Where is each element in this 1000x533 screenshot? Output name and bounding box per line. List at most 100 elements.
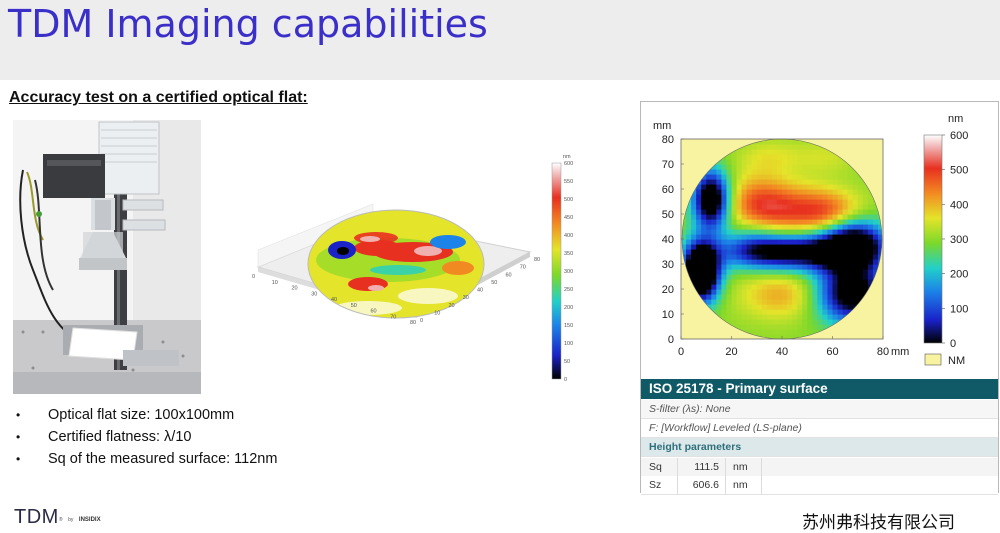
- heatmap-cell: [867, 234, 874, 240]
- heatmap-cell: [842, 219, 849, 225]
- heatmap-cell: [787, 194, 793, 200]
- heatmap-cell: [701, 189, 707, 195]
- heatmap-cell: [721, 184, 728, 190]
- heatmap-cell: [701, 229, 707, 235]
- heatmap-cell: [756, 279, 763, 285]
- heatmap-cell: [756, 224, 763, 230]
- heatmap-cell: [837, 224, 844, 230]
- heatmap-cell: [847, 169, 854, 175]
- heatmap-cell: [792, 269, 798, 275]
- x3d-tick-label: 70: [390, 314, 396, 320]
- heatmap-cell: [822, 304, 829, 310]
- heatmap-cell: [746, 164, 753, 170]
- heatmap-cell: [746, 199, 753, 205]
- heatmap-cell: [792, 199, 798, 205]
- heatmap-cell: [782, 224, 788, 230]
- heatmap-cell: [797, 154, 803, 160]
- heatmap-cell: [857, 274, 864, 280]
- heatmap-cell: [751, 224, 758, 230]
- heatmap-cell: [766, 304, 773, 310]
- heatmap-cell: [802, 189, 808, 195]
- heatmap-cell: [751, 324, 758, 330]
- y3d-tick-label: 20: [449, 303, 455, 309]
- heatmap-cell: [746, 219, 753, 225]
- heatmap-cell: [802, 194, 808, 200]
- heatmap-cell: [756, 289, 763, 295]
- heatmap-cell: [792, 259, 798, 265]
- heatmap-cell: [847, 174, 854, 180]
- heatmap-cell: [787, 214, 793, 220]
- heatmap-cell: [711, 234, 717, 240]
- heatmap-cell: [807, 304, 813, 310]
- heatmap-cell: [812, 324, 818, 330]
- heatmap-cell: [726, 284, 733, 290]
- heatmap-cell: [827, 189, 834, 195]
- colorbar-tick-label: 0: [950, 338, 956, 350]
- heatmap-cell: [787, 184, 793, 190]
- heatmap-cell: [776, 249, 783, 255]
- heatmap-cell: [822, 259, 829, 265]
- heatmap-cell: [736, 274, 743, 280]
- heatmap-cell: [837, 269, 844, 275]
- heatmap-cell: [832, 309, 839, 315]
- heatmap-cell: [741, 229, 748, 235]
- heatmap-cell: [771, 229, 778, 235]
- heatmap-cell: [761, 259, 768, 265]
- y3d-tick-label: 0: [420, 318, 423, 324]
- heatmap-cell: [842, 169, 849, 175]
- heatmap-cell: [731, 189, 738, 195]
- heatmap-cell: [797, 229, 803, 235]
- heatmap-cell: [716, 194, 722, 200]
- heatmap-cell: [751, 144, 758, 150]
- heatmap-cell: [797, 169, 803, 175]
- heatmap-cell: [711, 254, 717, 260]
- heatmap-cell: [771, 304, 778, 310]
- heatmap-cell: [782, 309, 788, 315]
- setup-photo: [13, 120, 201, 394]
- heatmap-cell: [746, 319, 753, 325]
- heatmap-cell: [736, 149, 743, 155]
- heatmap-cell: [756, 169, 763, 175]
- heatmap-cell: [771, 329, 778, 335]
- heatmap-cell: [847, 179, 854, 185]
- heatmap-cell: [746, 249, 753, 255]
- heatmap-cell: [716, 164, 722, 170]
- heatmap-cell: [782, 259, 788, 265]
- heatmap-cell: [872, 229, 879, 235]
- heatmap-cell: [711, 224, 717, 230]
- heatmap-cell: [776, 259, 783, 265]
- heatmap-cell: [776, 289, 783, 295]
- x3d-tick-label: 30: [311, 291, 317, 297]
- heatmap-cell: [827, 179, 834, 185]
- heatmap-cell: [862, 194, 869, 200]
- heatmap-cell: [837, 169, 844, 175]
- heatmap-cell: [792, 184, 798, 190]
- heatmap-cell: [726, 184, 733, 190]
- heatmap-cell: [832, 279, 839, 285]
- heatmap-cell: [792, 144, 798, 150]
- heatmap-cell: [716, 204, 722, 210]
- heatmap-cell: [817, 294, 823, 300]
- heatmap-cell: [862, 239, 869, 245]
- heatmap-cell: [802, 324, 808, 330]
- heatmap-cell: [711, 174, 717, 180]
- heatmap-cell: [822, 204, 829, 210]
- colorbar3d-tick-label: 50: [564, 359, 570, 365]
- heatmap-cell: [736, 224, 743, 230]
- heatmap-cell: [817, 219, 823, 225]
- y3d-tick-label: 50: [491, 280, 497, 286]
- heatmap-cell: [842, 194, 849, 200]
- heatmap-cell: [746, 269, 753, 275]
- heatmap-cell: [756, 234, 763, 240]
- heatmap-cell: [771, 169, 778, 175]
- heatmap-cell: [802, 204, 808, 210]
- heatmap-cell: [721, 264, 728, 270]
- heatmap-cell: [741, 259, 748, 265]
- heatmap-cell: [822, 179, 829, 185]
- heatmap-cell: [862, 284, 869, 290]
- heatmap-cell: [776, 159, 783, 165]
- heatmap-cell: [776, 234, 783, 240]
- heatmap-cell: [726, 224, 733, 230]
- heatmap-cell: [726, 214, 733, 220]
- heatmap-cell: [862, 224, 869, 230]
